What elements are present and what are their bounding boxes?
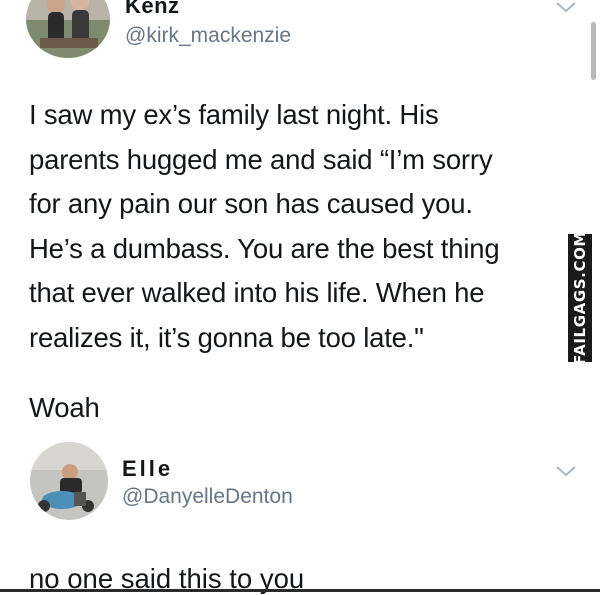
tweet-text: I saw my ex’s family last night. His par… — [29, 99, 500, 353]
reply-author-avatar[interactable] — [30, 442, 108, 520]
reply-author-handle[interactable]: @DanyelleDenton — [122, 485, 293, 509]
author-avatar[interactable] — [26, 0, 110, 58]
watermark-text: FAILGAGS.COM — [571, 231, 589, 365]
author-name[interactable]: Kenz — [125, 0, 180, 19]
reply-author-name[interactable]: Elle — [122, 456, 173, 482]
scrollbar[interactable] — [591, 22, 596, 80]
chevron-down-icon[interactable] — [554, 463, 578, 479]
watermark: FAILGAGS.COM — [568, 231, 592, 365]
reply-header: Elle @DanyelleDenton — [0, 442, 600, 520]
tweet-header: Kenz @kirk_mackenzie — [0, 0, 600, 58]
chevron-down-icon[interactable] — [554, 0, 578, 15]
tweet-comment: Woah — [29, 392, 100, 423]
author-handle[interactable]: @kirk_mackenzie — [125, 24, 291, 48]
